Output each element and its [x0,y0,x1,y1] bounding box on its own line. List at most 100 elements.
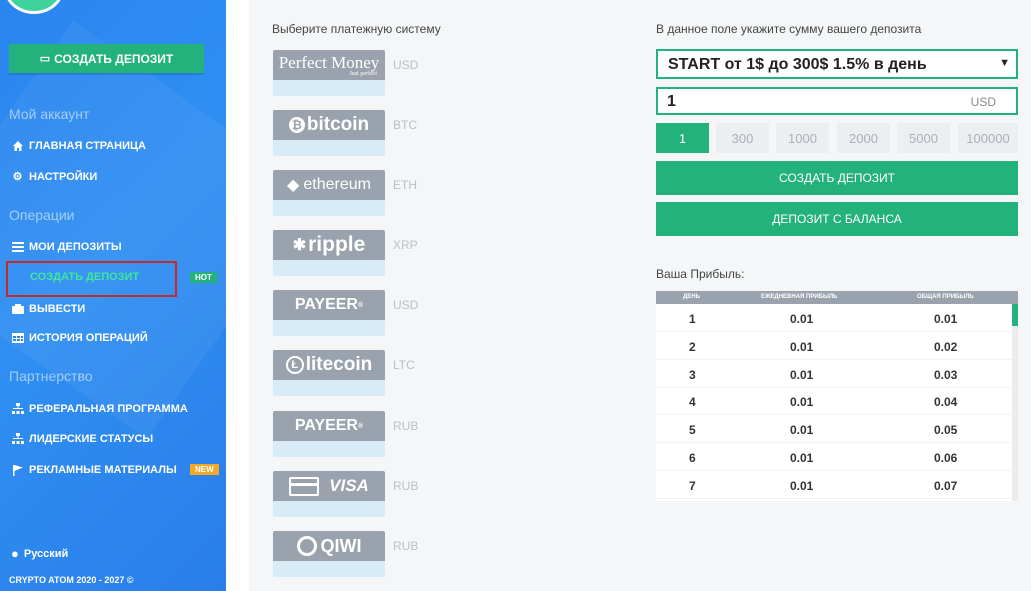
cell-day: 5 [689,423,696,437]
avatar[interactable] [4,0,64,14]
sidebar-item-label: ГЛАВНАЯ СТРАНИЦА [29,139,146,152]
quick-amount-button[interactable]: 2000 [837,123,890,153]
ripple-icon: ✱ [292,237,307,254]
section-partnership: Партнерство [9,368,93,384]
cell-day: 2 [689,340,696,354]
profit-title: Ваша Прибыль: [656,267,745,281]
payment-method-qiwi[interactable]: QIWI RUB [273,531,443,577]
sitemap-icon [11,402,24,415]
quick-amount-button[interactable]: 5000 [897,123,950,153]
payment-currency: BTC [393,118,417,132]
sidebar-item-referral[interactable]: РЕФЕРАЛЬНАЯ ПРОГРАММА [11,402,188,415]
cell-day: 1 [689,312,696,326]
payment-method-ripple[interactable]: ✱ ripple XRP [273,230,443,276]
table-row: 7 0.01 0.07 [656,471,1012,499]
ripple-name: ripple [308,233,366,256]
sidebar: ▭ СОЗДАТЬ ДЕПОЗИТ Мой аккаунт ГЛАВНАЯ СТ… [0,0,226,591]
quick-amount-button[interactable]: 1 [656,123,709,153]
plan-select[interactable]: START от 1$ до 300$ 1.5% в день ▼ [656,49,1018,79]
quick-amount-button[interactable]: 300 [716,123,769,153]
ethereum-name: ethereum [303,176,371,193]
sidebar-item-my-deposits[interactable]: МОИ ДЕПОЗИТЫ [11,240,122,253]
sidebar-item-label: РЕФЕРАЛЬНАЯ ПРОГРАММА [29,402,188,415]
cell-daily: 0.01 [790,368,814,382]
section-operations: Операции [9,207,75,223]
table-row: 4 0.01 0.04 [656,387,1012,415]
globe-icon: ● [11,546,19,561]
sidebar-create-deposit-label: СОЗДАТЬ ДЕПОЗИТ [54,51,174,66]
sidebar-create-deposit-button[interactable]: ▭ СОЗДАТЬ ДЕПОЗИТ [9,44,204,73]
payeer-name: PAYEER [294,417,358,434]
deposit-title: В данное поле укажите сумму вашего депоз… [656,22,922,36]
quick-amount-button[interactable]: 100000 [958,123,1018,153]
sidebar-item-promo[interactable]: РЕКЛАМНЫЕ МАТЕРИАЛЫ [11,463,177,476]
sidebar-item-home[interactable]: ГЛАВНАЯ СТРАНИЦА [11,139,146,152]
new-badge: NEW [190,464,219,475]
payment-method-payeer-rub[interactable]: PAYEER ® RUB [273,411,443,457]
amount-value: 1 [667,93,676,110]
profit-table-body[interactable]: 1 0.01 0.01 2 0.01 0.02 3 0.01 0.03 4 0.… [656,304,1018,501]
sidebar-item-settings[interactable]: ⚙ НАСТРОЙКИ [11,170,98,184]
cell-day: 4 [689,395,696,409]
qiwi-name: QIWI [320,535,362,556]
payment-method-ethereum[interactable]: ◆ ethereum ETH [273,170,443,216]
sidebar-item-label: НАСТРОЙКИ [29,170,98,183]
cell-total: 0.02 [934,340,958,354]
payment-method-perfect-money[interactable]: Perfect Money Just perfect USD [273,50,443,96]
amount-input[interactable]: 1 USD [656,87,1018,115]
sidebar-item-create-deposit[interactable]: СОЗДАТЬ ДЕПОЗИТ [30,271,139,283]
payeer-logo: PAYEER ® [273,411,385,457]
scrollbar-thumb[interactable] [1012,304,1018,326]
sidebar-item-label: ИСТОРИЯ ОПЕРАЦИЙ [29,331,148,344]
table-row: 6 0.01 0.06 [656,443,1012,471]
cell-daily: 0.01 [790,451,814,465]
payment-method-payeer-usd[interactable]: PAYEER ® USD [273,290,443,336]
sitemap-icon [11,432,24,445]
sidebar-item-leader[interactable]: ЛИДЕРСКИЕ СТАТУСЫ [11,432,153,445]
payment-method-visa[interactable]: VISA RUB [273,471,443,517]
bitcoin-logo: ₿ bitcoin [273,110,385,156]
table-row: 1 0.01 0.01 [656,304,1012,332]
quick-amount-button[interactable]: 1000 [776,123,829,153]
litecoin-icon: Ł [285,356,304,374]
payment-currency: USD [393,298,419,312]
language-selector[interactable]: ● Русский [11,546,68,561]
qiwi-logo: QIWI [273,531,385,577]
cell-total: 0.04 [934,395,958,409]
table-icon [11,331,24,344]
cell-total: 0.06 [934,451,958,465]
cell-daily: 0.01 [790,423,814,437]
plan-select-value: START от 1$ до 300$ 1.5% в день [668,56,927,73]
column-header-total: ОБЩАЯ ПРИБЫЛЬ [917,294,974,300]
create-deposit-button[interactable]: СОЗДАТЬ ДЕПОЗИТ [656,161,1018,195]
cell-total: 0.05 [934,423,958,437]
list-icon [11,240,24,253]
pm-sub: Just perfect [349,70,378,77]
litecoin-name: litecoin [305,354,373,375]
payment-currency: LTC [393,358,415,372]
perfect-money-logo: Perfect Money Just perfect [273,50,385,96]
chevron-down-icon: ▼ [999,57,1010,69]
payment-method-bitcoin[interactable]: ₿ bitcoin BTC [273,110,443,156]
sidebar-item-history[interactable]: ИСТОРИЯ ОПЕРАЦИЙ [11,331,148,344]
ethereum-icon: ◆ [287,177,300,194]
table-row: 2 0.01 0.02 [656,332,1012,360]
deposit-from-balance-button[interactable]: ДЕПОЗИТ С БАЛАНСА [656,202,1018,236]
sidebar-item-withdraw[interactable]: ВЫВЕСТИ [11,302,85,315]
visa-name: VISA [329,476,369,495]
bitcoin-icon: ₿ [288,117,305,133]
payment-currency: RUB [393,419,419,433]
flag-icon [11,463,24,476]
bitcoin-name: bitcoin [306,114,370,135]
payment-currency: RUB [393,539,419,553]
scrollbar[interactable] [1012,304,1018,501]
sidebar-item-label: РЕКЛАМНЫЕ МАТЕРИАЛЫ [29,463,177,476]
payment-method-litecoin[interactable]: Ł litecoin LTC [273,350,443,396]
payment-currency: RUB [393,479,419,493]
cell-daily: 0.01 [790,479,814,493]
pm-name: Perfect Money [278,52,380,72]
column-header-day: ДЕНЬ [683,294,700,300]
payment-title: Выберите платежную систему [272,22,441,36]
cell-total: 0.01 [934,312,958,326]
cell-daily: 0.01 [790,340,814,354]
